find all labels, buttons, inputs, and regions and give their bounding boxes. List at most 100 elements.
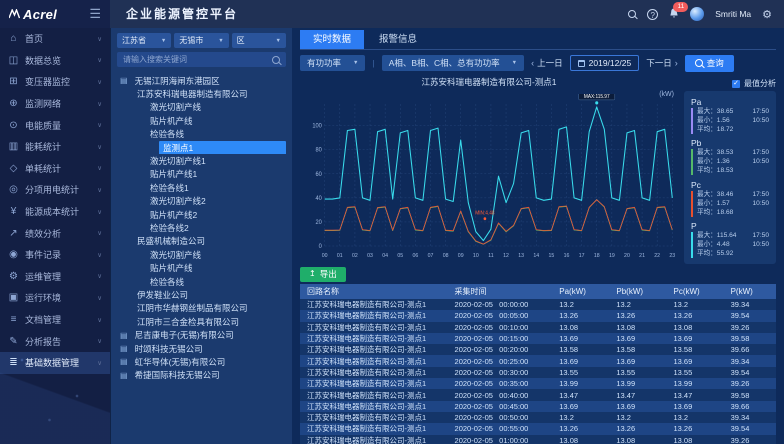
- notifications[interactable]: 11: [669, 8, 679, 21]
- main-content: 实时数据报警信息 有功功率▼ | A相、B相、C相、总有功功率▼ ‹上一日 20…: [292, 28, 784, 444]
- notification-badge: 11: [673, 2, 688, 12]
- chevron-down-icon: ∨: [97, 78, 102, 86]
- chevron-down-icon: ∨: [97, 337, 102, 345]
- data-overview-icon: ◫: [8, 55, 19, 66]
- tree-node-label: 贴片机产线: [146, 261, 197, 274]
- table-row: 江苏安科瑞电器制造有限公司-测点12020-02-05 00:00:0013.2…: [300, 299, 776, 310]
- readings-table: 回路名称采集时间Pa(kW)Pb(kW)Pc(kW)P(kW) 江苏安科瑞电器制…: [300, 284, 776, 444]
- tree-node[interactable]: 激光切割产线: [117, 101, 286, 114]
- date-picker[interactable]: 2019/12/25: [570, 55, 640, 71]
- sidebar-item-basic-data[interactable]: ≣基础数据管理∨: [0, 352, 110, 374]
- chevron-down-icon: ∨: [97, 100, 102, 108]
- stat-group-Pc: Pc最大：38.4617:50最小：1.5710:50平均：18.68: [691, 180, 769, 217]
- app-body: ⌂首页∨◫数据总览∨⊞变压器监控∨⊕监测网络∨⊙电能质量∨▥能耗统计∨◇单耗统计…: [0, 28, 784, 444]
- sidebar-item-analysis-report[interactable]: ✎分析报告∨: [0, 330, 110, 352]
- sidebar-item-document-management[interactable]: ≡文档管理∨: [0, 309, 110, 331]
- stat-group-Pb: Pb最大：38.5317:50最小：1.3610:50平均：18.53: [691, 138, 769, 175]
- tree-node-label: 江阴市华赫钢丝制品有限公司: [133, 302, 252, 315]
- tree-node-label: 江苏安科瑞电器制造有限公司: [133, 87, 252, 100]
- stat-group-Pa: Pa最大：38.6517:50最小：1.5610:50平均：18.72: [691, 97, 769, 134]
- sidebar-item-event-record[interactable]: ◉事件记录∨: [0, 244, 110, 266]
- sidebar-item-home[interactable]: ⌂首页∨: [0, 28, 110, 50]
- sidebar-item-monitor-network[interactable]: ⊕监测网络∨: [0, 93, 110, 115]
- sidebar-item-running-environment[interactable]: ▣运行环境∨: [0, 287, 110, 309]
- tree-node[interactable]: 检验各线: [117, 128, 286, 141]
- svg-text:13: 13: [518, 253, 524, 259]
- user-avatar[interactable]: [690, 7, 704, 21]
- svg-text:05: 05: [397, 253, 403, 259]
- parameter-select[interactable]: 有功功率▼: [300, 55, 365, 71]
- sidebar-item-label: 能源成本统计: [25, 205, 79, 218]
- svg-text:40: 40: [315, 196, 322, 202]
- tree-node[interactable]: 检验各线: [117, 275, 286, 288]
- tree-node[interactable]: 贴片机产线2: [117, 208, 286, 221]
- sidebar-item-unit-consumption[interactable]: ◇单耗统计∨: [0, 158, 110, 180]
- sidebar-item-subitem-electricity[interactable]: ◎分项用电统计∨: [0, 179, 110, 201]
- tree-node[interactable]: 检验各线1: [117, 181, 286, 194]
- export-button[interactable]: ↥ 导出: [300, 267, 346, 282]
- tree-node-label: 无锡江阴海闸东港园区: [131, 74, 224, 87]
- tree-node[interactable]: 贴片机产线: [117, 114, 286, 127]
- sidebar-item-label: 分析报告: [25, 335, 61, 348]
- table-row: 江苏安科瑞电器制造有限公司-测点12020-02-05 01:00:0013.0…: [300, 435, 776, 444]
- query-button[interactable]: 查询: [685, 55, 734, 72]
- sidebar-item-label: 能耗统计: [25, 140, 61, 153]
- tree-node[interactable]: 民盛机械制造公司: [117, 235, 286, 248]
- tree-search-input[interactable]: 请输入搜索关键词: [117, 52, 286, 67]
- basic-data-icon: ≣: [8, 357, 19, 368]
- chevron-down-icon: ∨: [97, 316, 102, 324]
- sidebar-item-transformer-monitor[interactable]: ⊞变压器监控∨: [0, 71, 110, 93]
- tree-node[interactable]: ▤无锡江阴海闸东港园区: [117, 74, 286, 87]
- chevron-down-icon: ∨: [97, 143, 102, 151]
- tree-node[interactable]: 检验各线2: [117, 221, 286, 234]
- sidebar-item-data-overview[interactable]: ◫数据总览∨: [0, 50, 110, 72]
- tab-实时数据[interactable]: 实时数据: [300, 30, 364, 49]
- top-bar: Acrel ☰ 企业能源管控平台 ? 11 Smriti Ma ⚙: [0, 0, 784, 28]
- tree-node[interactable]: 激光切割产线2: [117, 195, 286, 208]
- search-icon[interactable]: [628, 10, 636, 18]
- svg-text:03: 03: [367, 253, 373, 259]
- help-icon[interactable]: ?: [647, 9, 658, 20]
- company-icon: ▤: [120, 331, 128, 340]
- chevron-down-icon: ∨: [97, 121, 102, 129]
- next-day-button[interactable]: 下一日›: [646, 57, 678, 69]
- tree-node[interactable]: 激光切割产线: [117, 248, 286, 261]
- tree-node[interactable]: ▤时颂科技无锡公司: [117, 342, 286, 355]
- sidebar-item-energy-consumption[interactable]: ▥能耗统计∨: [0, 136, 110, 158]
- tree-node[interactable]: 贴片机产线1: [117, 168, 286, 181]
- extremum-analysis-toggle[interactable]: ✓ 最值分析: [684, 76, 776, 91]
- city-select[interactable]: 无锡市▼: [174, 33, 228, 48]
- unit-consumption-icon: ◇: [8, 163, 19, 174]
- tree-node[interactable]: ▤希捷国际科技无锡公司: [117, 369, 286, 382]
- sidebar-item-energy-cost[interactable]: ¥能源成本统计∨: [0, 201, 110, 223]
- chevron-down-icon: ∨: [97, 272, 102, 280]
- tree-node[interactable]: ▤尼吉康电子(无锡)有限公司: [117, 328, 286, 341]
- tree-node[interactable]: 江阴市三合金检具有限公司: [117, 315, 286, 328]
- sidebar-item-label: 单耗统计: [25, 162, 61, 175]
- hamburger-menu-icon[interactable]: ☰: [89, 0, 101, 28]
- tree-node-label: 检验各线1: [146, 181, 193, 194]
- phase-select[interactable]: A相、B相、C相、总有功功率▼: [382, 55, 524, 71]
- sidebar-item-power-quality[interactable]: ⊙电能质量∨: [0, 114, 110, 136]
- tree-node-label: 伊发鞋业公司: [133, 288, 192, 301]
- sidebar-item-operation-maintenance[interactable]: ⚙运维管理∨: [0, 266, 110, 288]
- table-row: 江苏安科瑞电器制造有限公司-测点12020-02-05 00:50:0013.2…: [300, 412, 776, 423]
- tree-node[interactable]: 贴片机产线: [117, 261, 286, 274]
- tree-node[interactable]: 伊发鞋业公司: [117, 288, 286, 301]
- sidebar-item-performance-analysis[interactable]: ↗绩效分析∨: [0, 222, 110, 244]
- company-icon: ▤: [120, 371, 128, 380]
- tree-node[interactable]: 江苏安科瑞电器制造有限公司: [117, 87, 286, 100]
- tree-node[interactable]: 监测点1: [117, 141, 286, 154]
- running-environment-icon: ▣: [8, 292, 19, 303]
- tab-报警信息[interactable]: 报警信息: [366, 30, 430, 49]
- tree-node[interactable]: 激光切割产线1: [117, 154, 286, 167]
- gear-icon[interactable]: ⚙: [762, 8, 772, 21]
- table-body: 江苏安科瑞电器制造有限公司-测点12020-02-05 00:00:0013.2…: [300, 299, 776, 444]
- tree-node[interactable]: ▤虹华导体(无锡)有限公司: [117, 355, 286, 368]
- tree-node-label: 监测点1: [159, 141, 286, 154]
- province-select[interactable]: 江苏省▼: [117, 33, 171, 48]
- district-select[interactable]: 区▼: [232, 33, 286, 48]
- performance-analysis-icon: ↗: [8, 228, 19, 239]
- prev-day-button[interactable]: ‹上一日: [531, 57, 563, 69]
- tree-node[interactable]: 江阴市华赫钢丝制品有限公司: [117, 302, 286, 315]
